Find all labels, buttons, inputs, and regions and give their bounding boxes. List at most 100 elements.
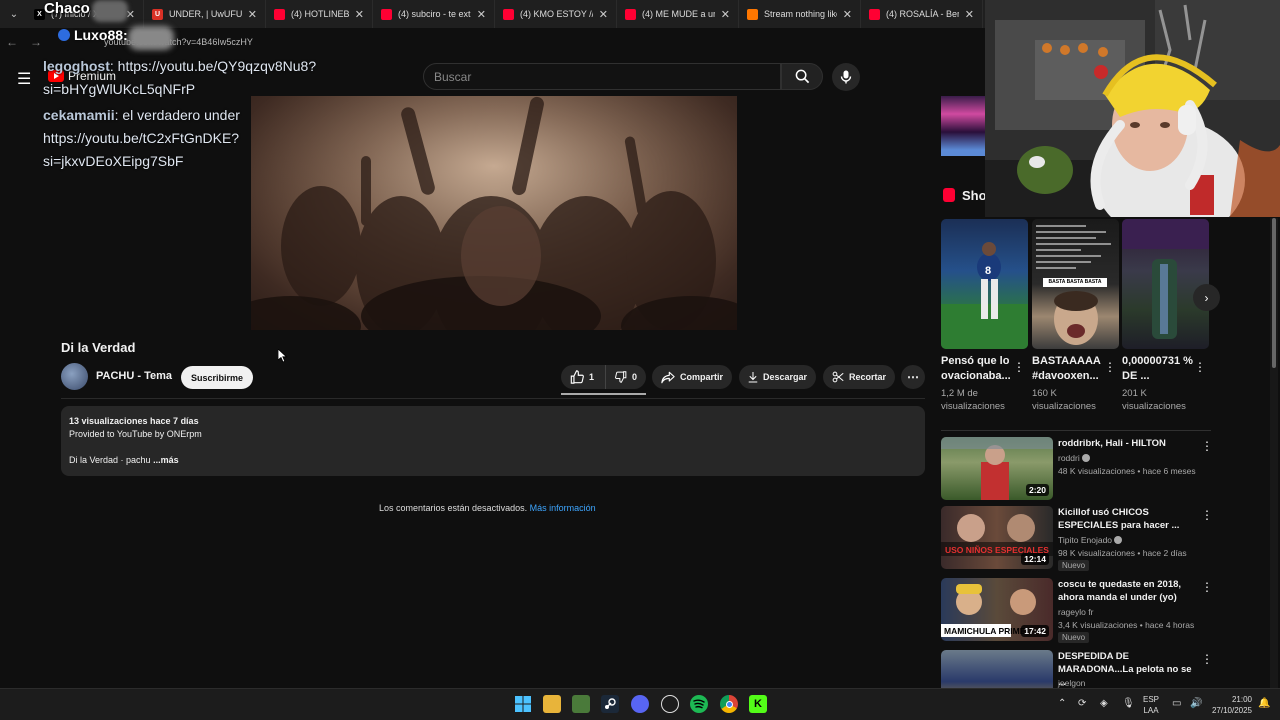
recommended-video[interactable]: USO NIÑOS ESPECIALES 12:14 Kicillof usó …	[941, 506, 1213, 572]
hamburger-menu-icon[interactable]: ☰	[17, 69, 31, 89]
channel-name[interactable]: rageylo fr	[1058, 607, 1093, 617]
browser-tab[interactable]: (4) ROSALÍA - Bergh ✕	[861, 0, 983, 28]
close-tab-icon[interactable]: ✕	[355, 8, 364, 21]
video-title[interactable]: Kicillof usó CHICOS ESPECIALES para hace…	[1058, 506, 1198, 532]
recommended-video[interactable]: DESPEDIDA DE MARADONA...La pelota no se …	[941, 650, 1211, 688]
microphone-icon[interactable]: 🎙	[1122, 698, 1135, 709]
chat-overlay: legoghost: https://youtu.be/QY9qzqv8Nu8?…	[43, 55, 343, 173]
more-info-link[interactable]: Más información	[530, 503, 596, 513]
kick-icon[interactable]: K	[749, 695, 767, 713]
short-title[interactable]: BASTAAAAA #davooxen...	[1032, 354, 1108, 384]
video-title[interactable]: roddribrk, Hali - HILTON	[1058, 437, 1198, 450]
more-vertical-icon[interactable]: ⋮	[1201, 439, 1213, 453]
close-tab-icon[interactable]: ✕	[248, 8, 257, 21]
video-thumbnail[interactable]: 2:20	[941, 437, 1053, 500]
minecraft-icon[interactable]	[572, 695, 590, 713]
browser-tab[interactable]: (4) subciro - te extrañ ✕	[373, 0, 495, 28]
youtube-icon	[625, 8, 636, 20]
channel-avatar[interactable]	[61, 363, 88, 390]
channel-name-text: roddri	[1058, 453, 1080, 463]
more-vertical-icon[interactable]: ⋮	[1201, 508, 1213, 522]
search-button[interactable]	[781, 63, 823, 90]
short-views: 160 K visualizaciones	[1032, 388, 1096, 412]
recommended-video[interactable]: MAMICHULA PRIME 17:42 coscu te quedaste …	[941, 578, 1213, 644]
windows-start-icon[interactable]	[514, 695, 532, 713]
channel-name[interactable]: Tipito Enojado	[1058, 535, 1123, 545]
clock[interactable]: 21:00 27/10/2025	[1208, 694, 1252, 716]
browser-tab[interactable]: (4) HOTLINEBLUNT - ✕	[266, 0, 373, 28]
like-button[interactable]: 1	[561, 365, 605, 389]
spotify-logo	[693, 699, 705, 709]
show-hidden-icons-icon[interactable]: ⌃	[1058, 698, 1066, 709]
dislike-button[interactable]: 0	[605, 365, 646, 389]
chevron-right-icon: ›	[1204, 290, 1209, 305]
dislike-count: 0	[631, 372, 637, 382]
github-desktop-icon[interactable]	[661, 695, 679, 713]
short-thumbnail[interactable]: 8	[941, 219, 1028, 349]
short-title[interactable]: 0,00000731 % DE ...	[1122, 354, 1198, 384]
chrome-icon[interactable]	[720, 695, 738, 713]
tab-title: (4) ME MUDE a una h	[642, 9, 715, 19]
notification-bell-icon[interactable]: 🔔	[1258, 698, 1270, 709]
tab-title: (4) HOTLINEBLUNT -	[291, 9, 349, 19]
forward-arrow-icon[interactable]: →	[24, 35, 48, 49]
volume-icon[interactable]: 🔊	[1190, 698, 1202, 709]
security-icon[interactable]: ◈	[1100, 698, 1108, 709]
tab-title: Stream nothing like u	[764, 9, 837, 19]
video-meta: 98 K visualizaciones • hace 2 días	[1058, 548, 1187, 558]
divider	[61, 398, 925, 399]
close-tab-icon[interactable]: ✕	[721, 8, 730, 21]
language-indicator[interactable]: ESP LAA	[1143, 694, 1159, 716]
download-button[interactable]: Descargar	[739, 365, 816, 389]
viewer-name: Luxo88:	[74, 27, 128, 43]
tab-search-dropdown-icon[interactable]: ⌄	[2, 2, 26, 26]
show-more-link[interactable]: ...más	[153, 455, 179, 465]
chat-username: cekamamii	[43, 107, 115, 123]
channel-name[interactable]: PACHU - Tema	[96, 370, 172, 382]
description-box[interactable]: 13 visualizaciones hace 7 días Provided …	[61, 406, 925, 476]
browser-tab[interactable]: (4) ME MUDE a una h ✕	[617, 0, 739, 28]
voice-search-button[interactable]	[832, 63, 860, 91]
scrollbar-thumb[interactable]	[1272, 218, 1276, 368]
close-tab-icon[interactable]: ✕	[965, 8, 974, 21]
close-tab-icon[interactable]: ✕	[843, 8, 852, 21]
browser-tab[interactable]: (4) KMO ESTOY // 06 ✕	[495, 0, 617, 28]
video-title[interactable]: coscu te quedaste en 2018, ahora manda e…	[1058, 578, 1198, 604]
subscribe-button[interactable]: Suscribirme	[181, 366, 253, 389]
browser-tab[interactable]: Stream nothing like u ✕	[739, 0, 861, 28]
video-thumbnail[interactable]: MAMICHULA PRIME 17:42	[941, 578, 1053, 641]
more-vertical-icon[interactable]: ⋮	[1013, 360, 1025, 374]
short-image	[1122, 219, 1209, 339]
next-arrow-button[interactable]: ›	[1193, 284, 1220, 311]
more-actions-button[interactable]: ⋯	[901, 365, 925, 389]
channel-name[interactable]: joelgon	[1058, 678, 1085, 688]
chat-message: cekamamii: el verdadero under https://yo…	[43, 104, 343, 173]
back-arrow-icon[interactable]: ←	[0, 35, 24, 49]
more-vertical-icon[interactable]: ⋮	[1104, 360, 1116, 374]
video-thumbnail[interactable]	[941, 96, 985, 156]
short-views: 1,2 M de visualizaciones	[941, 388, 1005, 412]
short-title[interactable]: Pensó que lo ovacionaba...	[941, 354, 1017, 384]
share-button[interactable]: Compartir	[652, 365, 732, 389]
clip-button[interactable]: Recortar	[823, 365, 895, 389]
discord-icon[interactable]	[631, 695, 649, 713]
tab-title: UNDER, | UwUFUFU	[169, 9, 242, 19]
video-thumbnail[interactable]	[941, 650, 1053, 688]
network-icon[interactable]: ▭	[1172, 698, 1181, 709]
more-vertical-icon[interactable]: ⋮	[1201, 652, 1211, 666]
more-vertical-icon[interactable]: ⋮	[1201, 580, 1213, 594]
close-tab-icon[interactable]: ✕	[477, 8, 486, 21]
channel-name[interactable]: roddri	[1058, 453, 1090, 463]
search-box[interactable]	[423, 63, 781, 90]
search-input[interactable]	[434, 69, 780, 84]
spotify-icon[interactable]	[690, 695, 708, 713]
steam-icon[interactable]	[601, 695, 619, 713]
browser-tab[interactable]: U UNDER, | UwUFUFU ✕	[144, 0, 266, 28]
video-thumbnail[interactable]: USO NIÑOS ESPECIALES 12:14	[941, 506, 1053, 569]
recommended-video[interactable]: 2:20 roddribrk, Hali - HILTON roddri 48 …	[941, 437, 1213, 503]
file-explorer-icon[interactable]	[543, 695, 561, 713]
short-thumbnail[interactable]	[1122, 219, 1209, 349]
more-vertical-icon[interactable]: ⋮	[1194, 360, 1206, 374]
sync-icon[interactable]: ⟳	[1078, 698, 1086, 709]
close-tab-icon[interactable]: ✕	[599, 8, 608, 21]
